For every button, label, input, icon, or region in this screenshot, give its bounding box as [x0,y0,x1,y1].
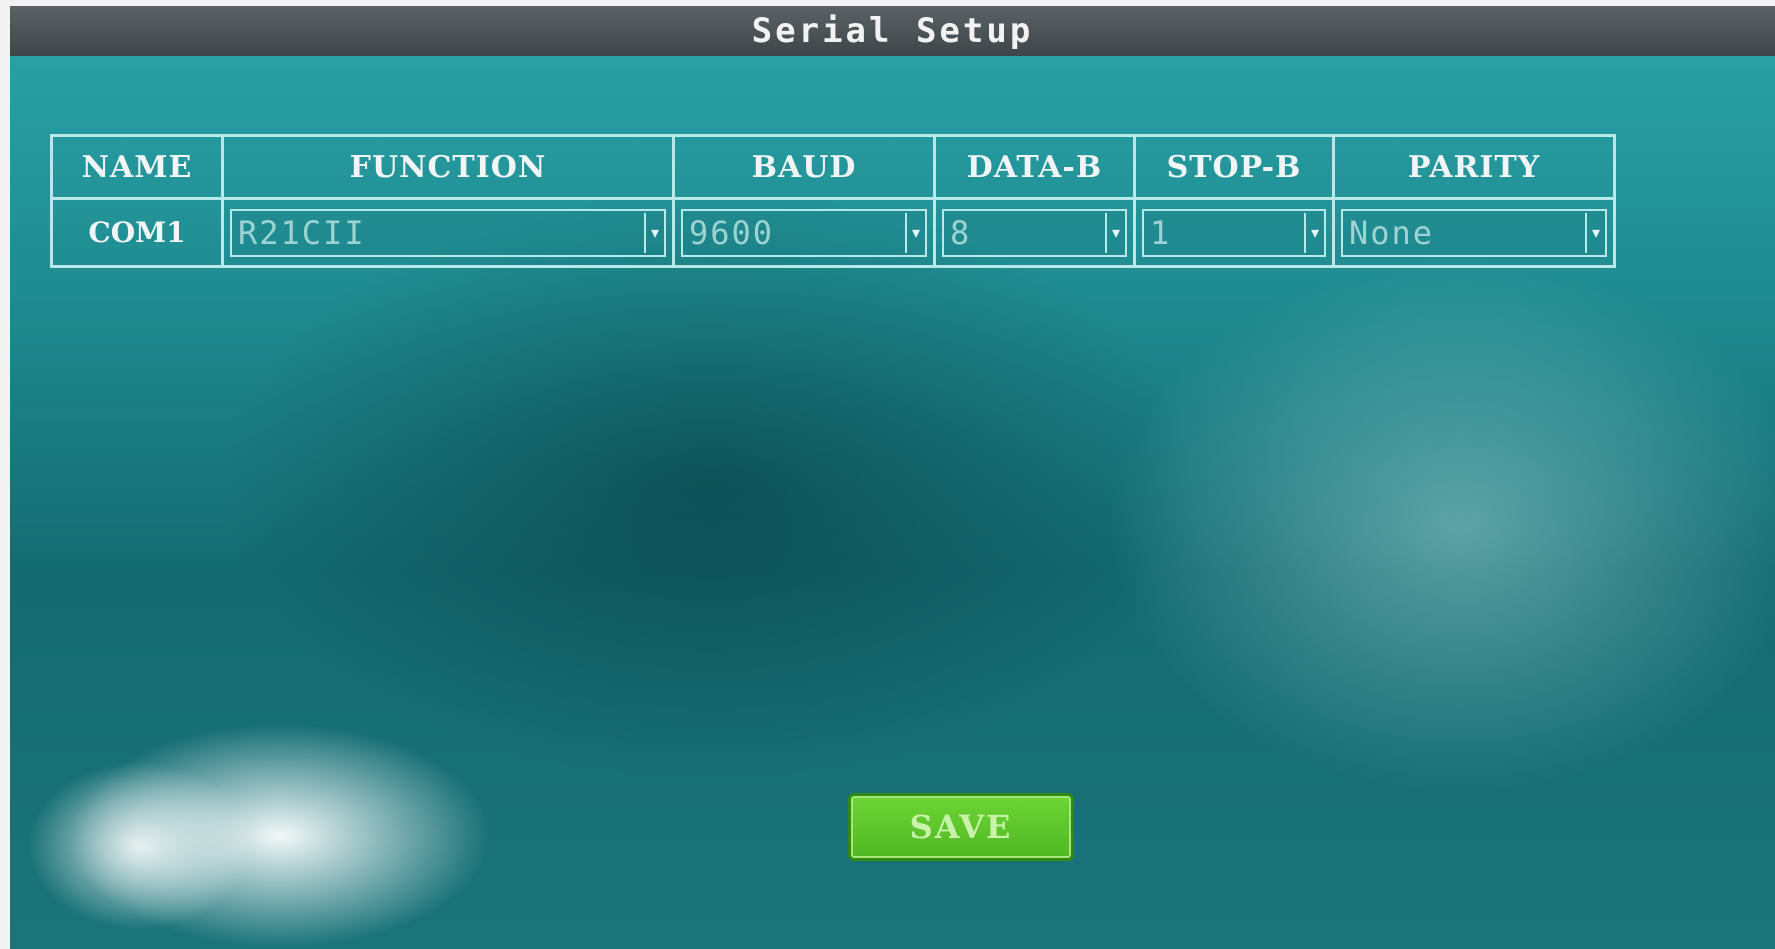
table-header-row: NAME FUNCTION BAUD DATA-B STOP-B PARITY [50,134,1616,200]
page-title: Serial Setup [751,11,1034,51]
parity-cell: None ▾ [1332,197,1616,268]
parity-select[interactable]: None ▾ [1341,208,1607,257]
header-name: NAME [50,134,224,200]
function-cell: R21CII ▾ [221,197,675,268]
save-button[interactable]: SAVE [848,793,1074,861]
data-bits-select[interactable]: 8 ▾ [942,208,1127,257]
baud-select[interactable]: 9600 ▾ [681,208,927,257]
header-data-bits: DATA-B [933,134,1136,200]
stop-bits-cell: 1 ▾ [1133,197,1335,268]
header-parity: PARITY [1332,134,1616,200]
header-function: FUNCTION [221,134,675,200]
function-select[interactable]: R21CII ▾ [230,208,666,257]
port-name: COM1 [50,197,224,268]
table-row: COM1 R21CII ▾ 9600 ▾ 8 ▾ 1 ▾ None ▾ [50,197,1616,268]
parity-value: None [1349,213,1435,252]
chevron-down-icon[interactable]: ▾ [905,212,925,253]
data-bits-cell: 8 ▾ [933,197,1136,268]
header-baud: BAUD [672,134,936,200]
device-screen: Serial Setup NAME FUNCTION BAUD DATA-B S… [10,6,1775,949]
function-value: R21CII [238,213,366,252]
title-bar: Serial Setup [10,6,1775,56]
chevron-down-icon[interactable]: ▾ [1585,212,1605,253]
stop-bits-select[interactable]: 1 ▾ [1142,208,1326,257]
header-stop-bits: STOP-B [1133,134,1335,200]
data-bits-value: 8 [950,213,972,252]
stop-bits-value: 1 [1150,213,1172,252]
serial-settings-table: NAME FUNCTION BAUD DATA-B STOP-B PARITY … [50,134,1616,268]
chevron-down-icon[interactable]: ▾ [1304,212,1324,253]
chevron-down-icon[interactable]: ▾ [1105,212,1125,253]
chevron-down-icon[interactable]: ▾ [644,212,664,253]
baud-cell: 9600 ▾ [672,197,936,268]
baud-value: 9600 [689,213,775,252]
